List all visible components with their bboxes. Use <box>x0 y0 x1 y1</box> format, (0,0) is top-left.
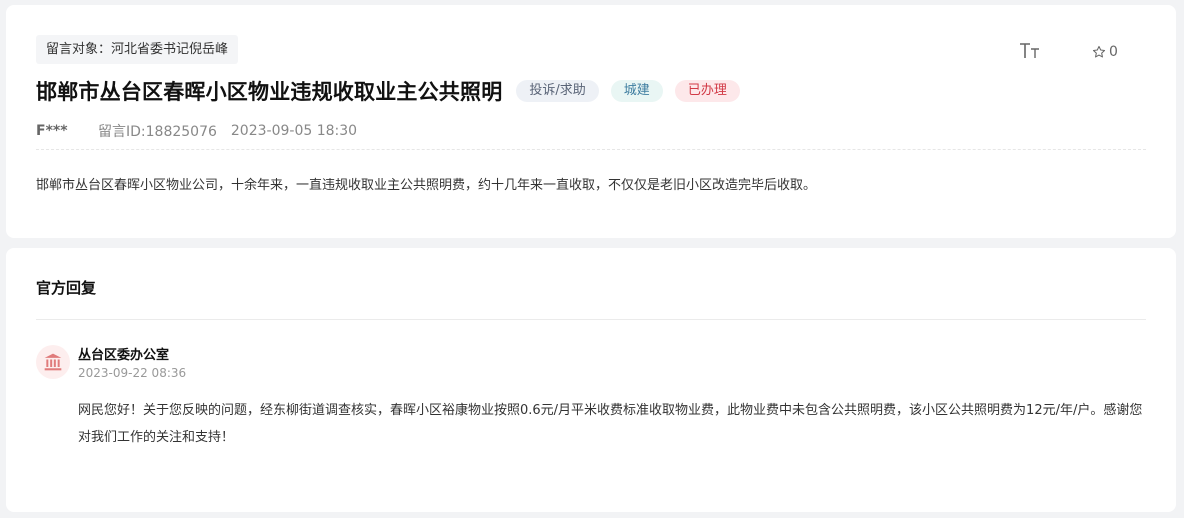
reply-content: 网民您好！关于您反映的问题，经东柳街道调查核实，春晖小区裕康物业按照0.6元/月… <box>78 403 1143 445</box>
reply-datetime: 2023-09-22 08:36 <box>78 366 187 380</box>
author-name: F*** <box>36 123 68 139</box>
divider <box>36 319 1146 320</box>
message-datetime: 2023-09-05 18:30 <box>230 123 358 139</box>
avatar <box>36 345 70 379</box>
status-badge: 已办理 <box>674 80 740 102</box>
page-title: 邯郸市丛台区春晖小区物业违规收取业主公共照明 <box>36 80 503 104</box>
message-content: 邯郸市丛台区春晖小区物业公司，十余年来，一直违规收取业主公共照明费，约十几年来一… <box>36 178 817 193</box>
government-building-icon <box>44 353 62 371</box>
reply-org-name: 丛台区委办公室 <box>78 348 170 363</box>
star-icon <box>1092 45 1106 58</box>
official-reply-card: 官方回复 丛台区委办公室 2023-09-22 08:36 网民您好！关于您反映… <box>6 248 1176 512</box>
divider <box>36 149 1146 150</box>
message-card: 留言对象：河北省委书记倪岳峰 0 邯郸市丛台区春晖小区物业违规收取业主公共照明 … <box>6 5 1176 238</box>
message-id: 留言ID:18825076 <box>98 124 217 140</box>
type-tag: 投诉/求助 <box>516 80 599 102</box>
favorite-count: 0 <box>1109 44 1118 60</box>
field-tag: 城建 <box>610 80 663 102</box>
reply-heading: 官方回复 <box>36 279 97 297</box>
font-size-icon[interactable] <box>1018 41 1042 61</box>
favorite-button[interactable]: 0 <box>1092 43 1118 61</box>
message-target-label: 留言对象：河北省委书记倪岳峰 <box>36 35 239 64</box>
title-row: 邯郸市丛台区春晖小区物业违规收取业主公共照明 投诉/求助 城建 已办理 <box>36 75 740 107</box>
message-meta: F*** 留言ID:18825076 2023-09-05 18:30 <box>36 121 357 141</box>
